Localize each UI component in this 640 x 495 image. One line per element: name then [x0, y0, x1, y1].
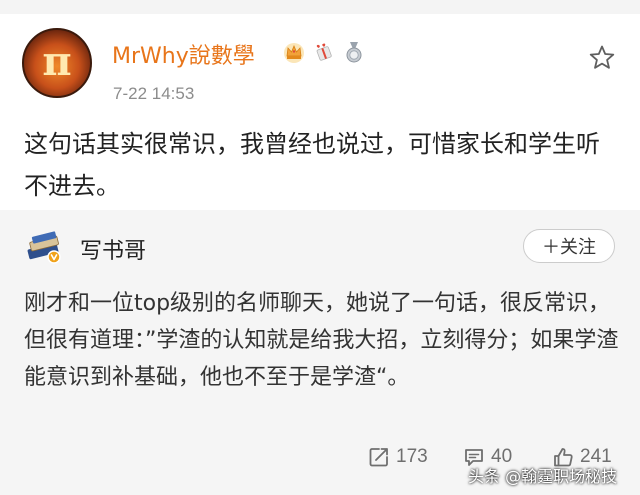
post-text: 这句话其实很常识，我曾经也说过，可惜家长和学生听不进去。: [24, 130, 600, 200]
top-strip: [0, 0, 640, 14]
repost-text: 刚才和一位top级别的名师聊天，她说了一句话，很反常识，但很有道理：”学渣的认知…: [24, 291, 619, 390]
author-badges: [282, 40, 366, 64]
book-avatar-icon[interactable]: [24, 226, 64, 266]
crown-badge-icon[interactable]: [282, 40, 306, 64]
repost-count: 173: [396, 446, 428, 467]
repost-author-name[interactable]: 写书哥: [80, 233, 146, 265]
watermark-text: 头条 @翰霆职场秘技: [468, 467, 618, 486]
post-timestamp: 7-22 14:53: [113, 84, 195, 103]
repost-button[interactable]: 173: [368, 446, 428, 468]
follow-button[interactable]: ＋关注: [523, 229, 615, 263]
author-avatar[interactable]: π: [22, 28, 92, 98]
repost-icon: [369, 448, 388, 467]
pi-avatar-glyph: π: [42, 38, 72, 85]
star-icon[interactable]: [588, 44, 616, 72]
gift-badge-icon[interactable]: [312, 40, 336, 64]
medal-badge-icon[interactable]: [342, 40, 366, 64]
author-name[interactable]: MrWhy說數學: [112, 38, 255, 70]
